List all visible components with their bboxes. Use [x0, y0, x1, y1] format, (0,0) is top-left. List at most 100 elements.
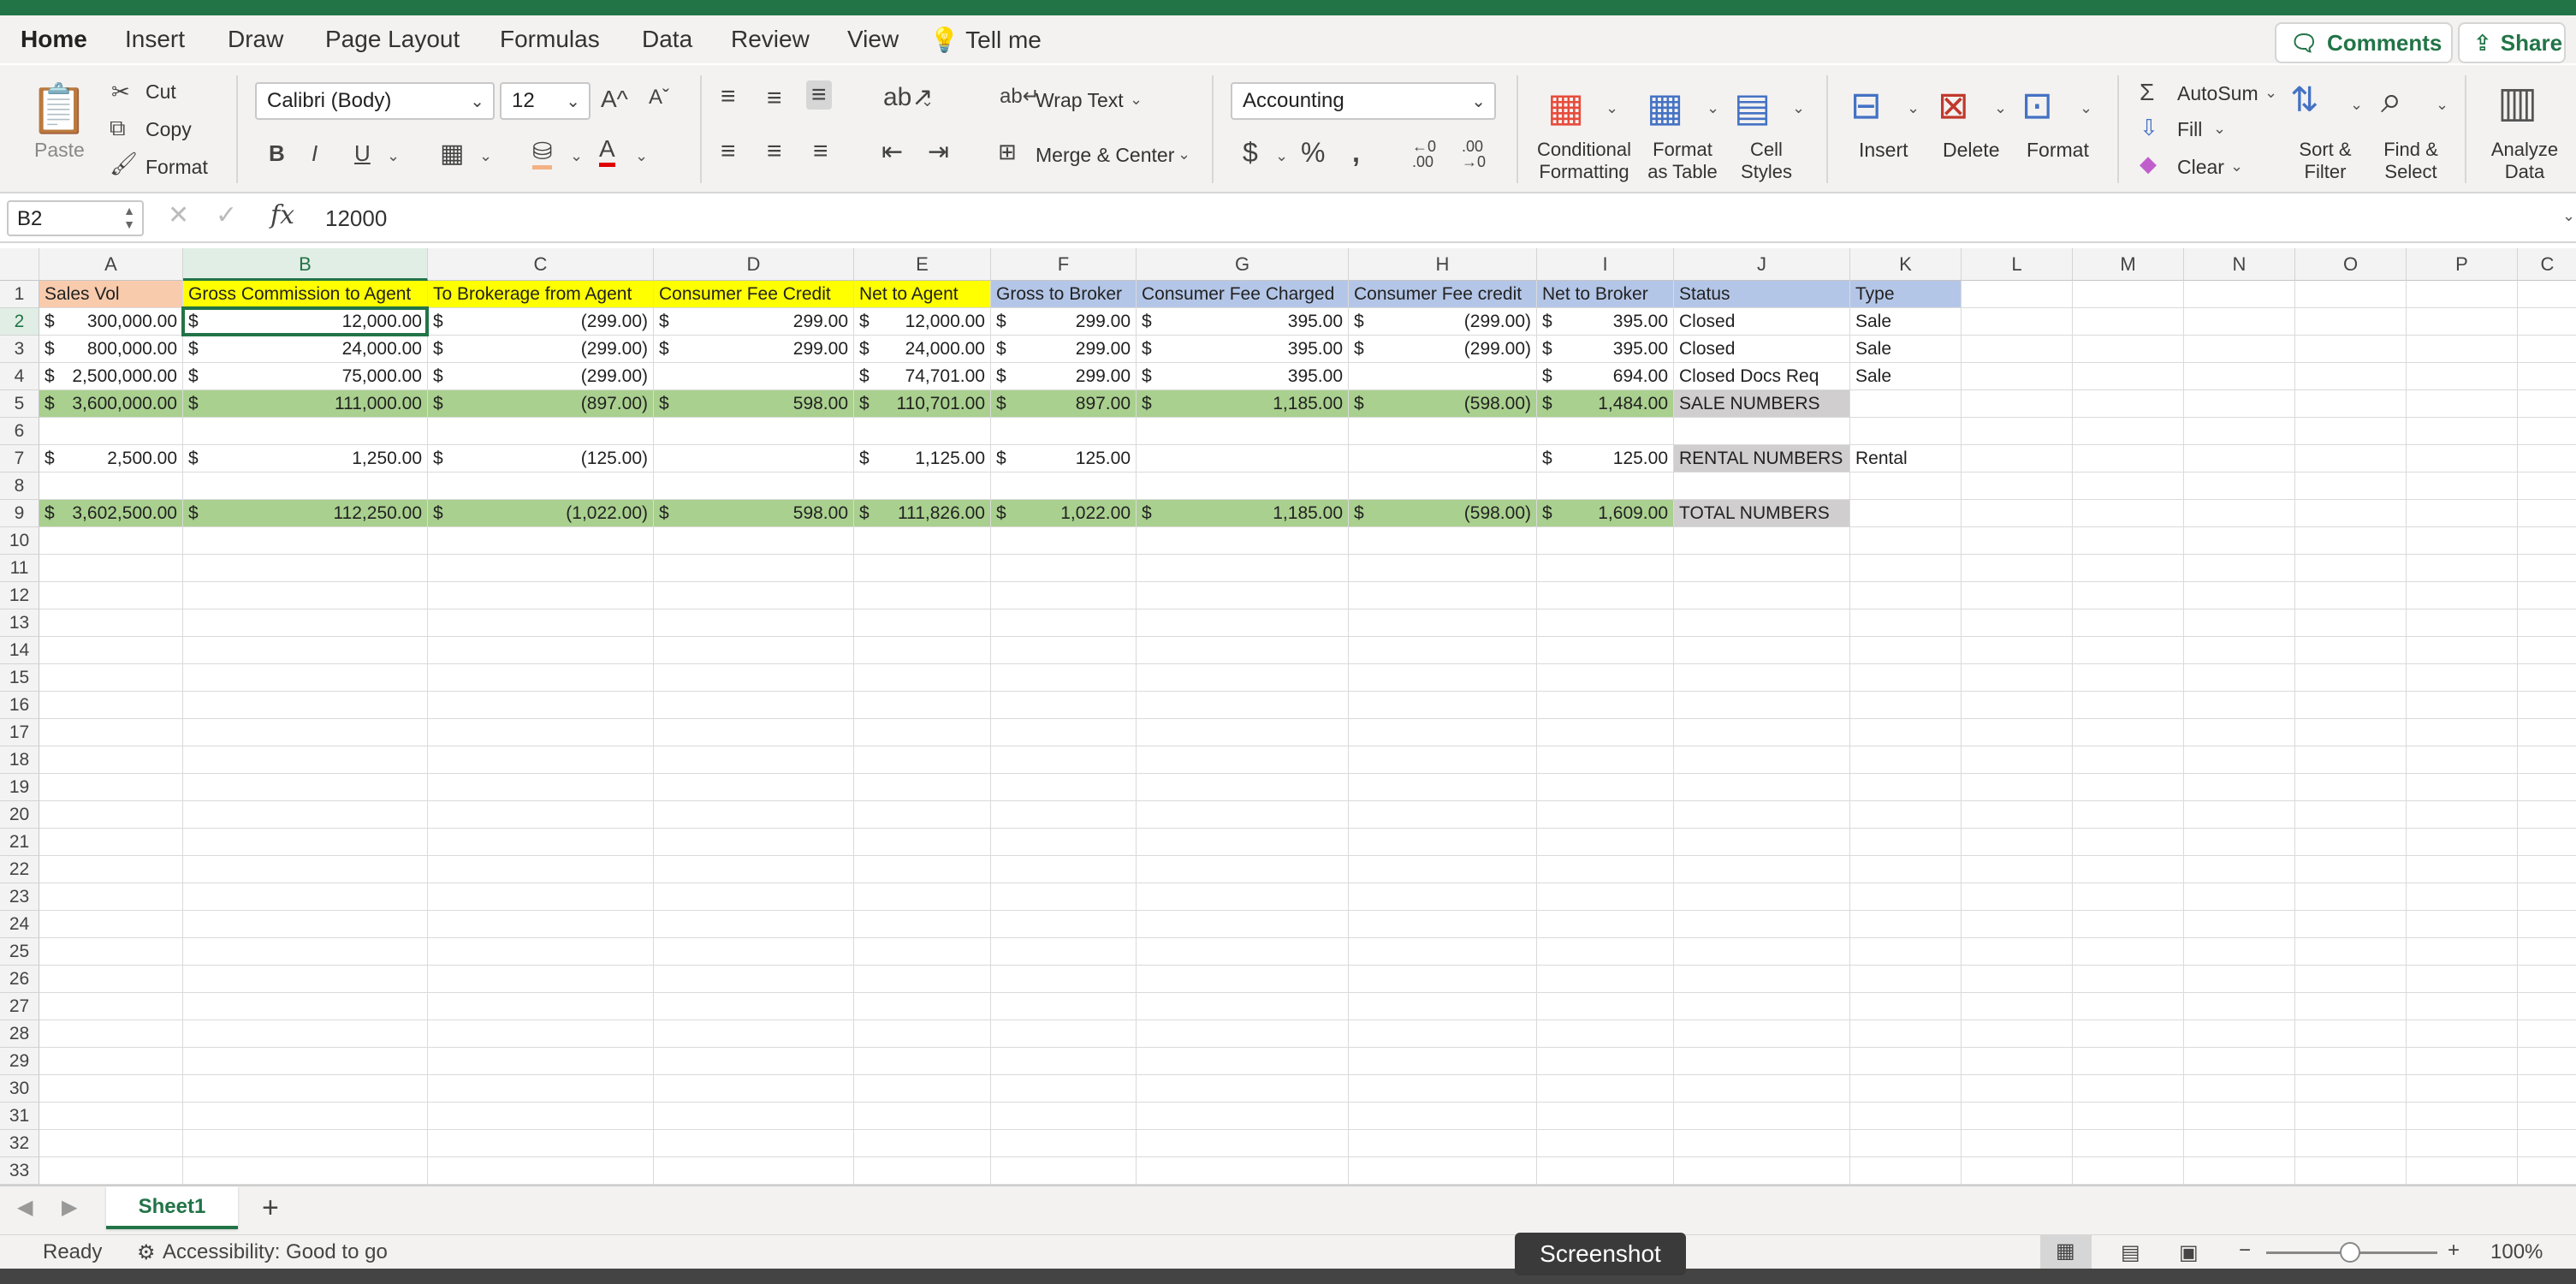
cell[interactable] — [1137, 664, 1349, 692]
cell[interactable] — [1349, 938, 1537, 966]
cell[interactable] — [2073, 774, 2184, 801]
cell[interactable]: $75,000.00 — [183, 363, 428, 390]
cell[interactable] — [39, 1048, 183, 1075]
cell[interactable] — [2518, 390, 2576, 418]
cell[interactable]: $110,701.00 — [854, 390, 991, 418]
cell[interactable] — [991, 1130, 1137, 1157]
fill-icon[interactable]: ⇩ — [2140, 115, 2158, 141]
conditional-formatting-button[interactable]: Conditional Formatting — [1532, 139, 1636, 183]
chevron-down-icon[interactable]: ⌄ — [2436, 96, 2448, 114]
tell-me[interactable]: 💡 Tell me — [929, 26, 1042, 54]
cell[interactable] — [1674, 527, 1850, 555]
cell[interactable]: $299.00 — [991, 363, 1137, 390]
cell[interactable] — [39, 1020, 183, 1048]
column-header-e[interactable]: E — [854, 248, 991, 281]
analyze-data-icon[interactable]: ▥ — [2497, 77, 2537, 127]
comments-button[interactable]: 🗨 Comments — [2275, 22, 2453, 63]
cell[interactable] — [428, 1103, 654, 1130]
cell[interactable] — [1137, 719, 1349, 746]
page-layout-view-icon[interactable]: ▤ — [2121, 1240, 2140, 1265]
cell[interactable] — [2518, 1020, 2576, 1048]
cell[interactable] — [1537, 692, 1674, 719]
cell[interactable] — [2407, 1103, 2518, 1130]
decrease-decimal-icon[interactable]: .00 →0 — [1462, 139, 1486, 169]
cell[interactable] — [1349, 746, 1537, 774]
cell[interactable] — [2518, 938, 2576, 966]
cell[interactable] — [1137, 1020, 1349, 1048]
cell[interactable] — [1537, 1157, 1674, 1185]
row-header[interactable]: 22 — [0, 856, 39, 883]
cell[interactable] — [183, 774, 428, 801]
cell[interactable] — [2295, 1075, 2407, 1103]
cell[interactable] — [1674, 1048, 1850, 1075]
cell[interactable] — [428, 418, 654, 445]
cell[interactable] — [1962, 582, 2073, 609]
cell[interactable] — [428, 1157, 654, 1185]
cell[interactable] — [2518, 637, 2576, 664]
cell[interactable] — [2407, 473, 2518, 500]
header-cell[interactable]: Gross Commission to Agent — [183, 281, 428, 308]
cell[interactable] — [654, 1048, 854, 1075]
cell[interactable] — [2407, 801, 2518, 829]
row-header[interactable]: 30 — [0, 1075, 39, 1103]
chevron-down-icon[interactable]: ⌄ — [635, 147, 648, 165]
column-header-m[interactable]: M — [2073, 248, 2184, 281]
spreadsheet-grid[interactable]: A B C D E F G H I J K L M N O P C 1 Sales Vol Gross Commiss… — [0, 248, 2576, 1185]
cell[interactable] — [39, 1157, 183, 1185]
cell[interactable] — [39, 418, 183, 445]
cell[interactable] — [2518, 719, 2576, 746]
row-header[interactable]: 16 — [0, 692, 39, 719]
cell[interactable]: $ (598.00) — [1349, 390, 1537, 418]
cell[interactable] — [854, 1130, 991, 1157]
cell[interactable]: $1,609.00 — [1537, 500, 1674, 527]
cell[interactable] — [1850, 582, 1962, 609]
cell[interactable] — [2407, 418, 2518, 445]
cell[interactable] — [183, 1048, 428, 1075]
cell[interactable] — [428, 966, 654, 993]
wrap-text-icon[interactable]: ab↵ — [1000, 84, 1040, 109]
expand-formula-icon[interactable]: ⌄ — [2562, 207, 2575, 225]
select-all-corner[interactable] — [0, 248, 39, 281]
cell[interactable]: Rental — [1850, 445, 1962, 473]
cell[interactable] — [2295, 336, 2407, 363]
cell[interactable] — [1850, 555, 1962, 582]
cell[interactable] — [2295, 883, 2407, 911]
paste-icon[interactable]: 📋 — [29, 80, 89, 137]
cell[interactable] — [2407, 445, 2518, 473]
cell[interactable] — [183, 801, 428, 829]
cell[interactable] — [2407, 582, 2518, 609]
cancel-icon[interactable]: ✕ — [168, 200, 189, 230]
cell[interactable] — [39, 555, 183, 582]
tab-draw[interactable]: Draw — [228, 26, 283, 53]
row-header[interactable]: 3 — [0, 336, 39, 363]
cell[interactable] — [991, 1103, 1137, 1130]
cell[interactable]: $74,701.00 — [854, 363, 991, 390]
cell[interactable] — [1137, 473, 1349, 500]
cell[interactable] — [2073, 418, 2184, 445]
row-header[interactable]: 17 — [0, 719, 39, 746]
cell[interactable] — [654, 445, 854, 473]
cell[interactable] — [1850, 609, 1962, 637]
cell[interactable] — [39, 692, 183, 719]
cell[interactable] — [1137, 527, 1349, 555]
insert-cells-icon[interactable]: ⊟ — [1850, 84, 1882, 128]
cell[interactable] — [2295, 966, 2407, 993]
cell[interactable] — [183, 582, 428, 609]
cell[interactable] — [1537, 1130, 1674, 1157]
cell[interactable] — [2073, 746, 2184, 774]
cell[interactable] — [991, 966, 1137, 993]
cell[interactable] — [1137, 966, 1349, 993]
cell[interactable] — [2073, 1020, 2184, 1048]
cell[interactable] — [2295, 473, 2407, 500]
delete-cells-icon[interactable]: ⊠ — [1938, 84, 1969, 128]
cell[interactable]: $24,000.00 — [854, 336, 991, 363]
cell[interactable] — [2295, 692, 2407, 719]
row-header[interactable]: 2 — [0, 308, 39, 336]
cell[interactable] — [2518, 336, 2576, 363]
cell[interactable]: $800,000.00 — [39, 336, 183, 363]
row-header[interactable]: 33 — [0, 1157, 39, 1185]
enter-icon[interactable]: ✓ — [216, 200, 237, 230]
cell[interactable] — [991, 1075, 1137, 1103]
tab-insert[interactable]: Insert — [125, 26, 185, 53]
align-middle-icon[interactable]: ≡ — [767, 84, 782, 113]
